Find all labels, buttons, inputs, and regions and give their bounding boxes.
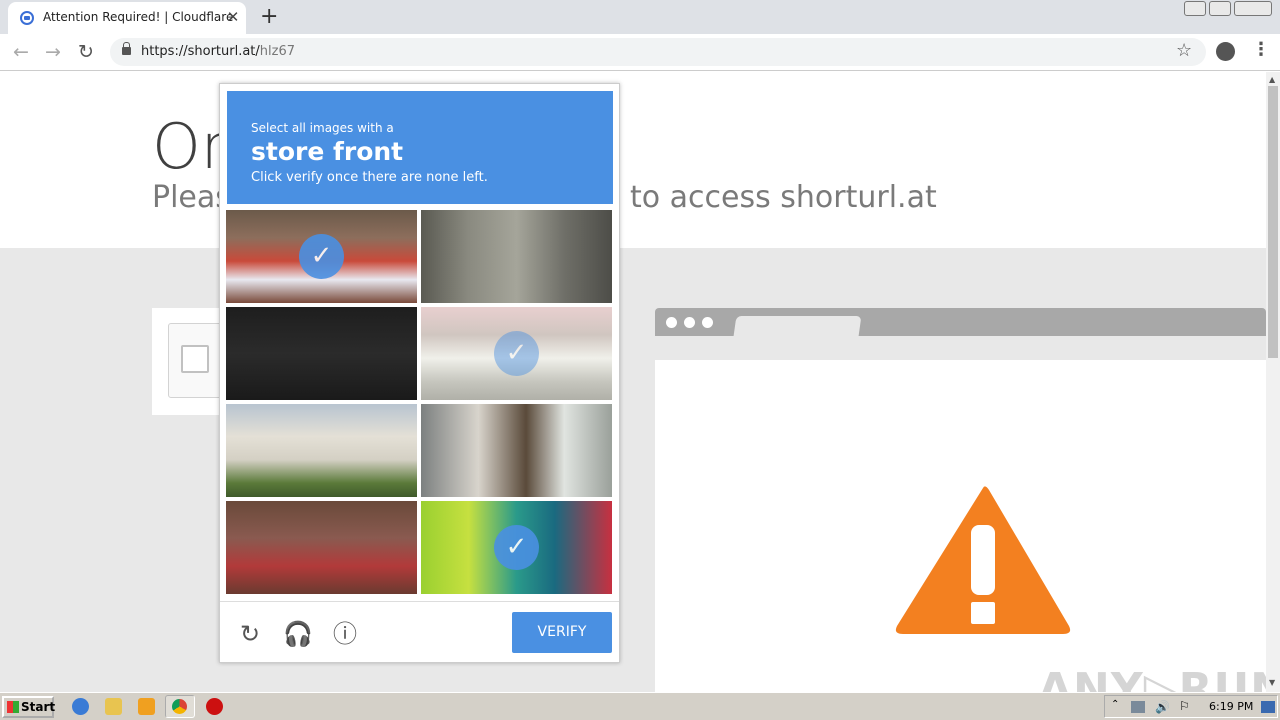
chrome-icon — [172, 699, 187, 714]
volume-icon[interactable]: 🔊 — [1155, 700, 1170, 714]
address-bar[interactable]: https://shorturl.at/hlz67 ☆ — [110, 38, 1206, 66]
tab-strip: Attention Required! | Cloudflare ✕ + — [0, 0, 1280, 34]
tab-cloudflare[interactable]: Attention Required! | Cloudflare ✕ — [8, 2, 246, 34]
start-button[interactable]: Start — [2, 696, 56, 718]
forward-icon[interactable]: → — [42, 41, 64, 63]
windows-logo-icon — [7, 701, 19, 713]
challenge-hint: Click verify once there are none left. — [251, 170, 488, 185]
internet-explorer-icon[interactable] — [72, 698, 89, 715]
illustration-dot — [702, 317, 713, 328]
reload-icon[interactable]: ↻ — [75, 41, 97, 63]
tab-favicon-icon — [20, 11, 34, 25]
audio-challenge-icon[interactable]: 🎧 — [283, 620, 313, 648]
image-tile[interactable]: ✓ — [421, 307, 612, 400]
taskbar-clock[interactable]: 6:19 PM — [1209, 700, 1253, 713]
scroll-up-icon[interactable]: ▲ — [1269, 75, 1275, 84]
illustration-browser-bar — [655, 308, 1266, 336]
page-content: On Pleas to access shorturl.at ANY▷RUN — [0, 72, 1266, 692]
media-player-icon[interactable] — [138, 698, 155, 715]
back-icon[interactable]: ← — [10, 41, 32, 63]
scroll-thumb[interactable] — [1268, 86, 1278, 358]
illustration-body: ANY▷RUN — [655, 360, 1266, 692]
tab-close-icon[interactable]: ✕ — [224, 8, 242, 26]
tile-check-icon: ✓ — [299, 234, 344, 279]
illustration-tab — [733, 316, 862, 336]
chrome-taskbar-button[interactable] — [165, 695, 195, 718]
scroll-down-icon[interactable]: ▼ — [1269, 678, 1275, 687]
windows-taskbar: Start ⌃ 🔊 ⚐ 6:19 PM — [0, 692, 1280, 720]
url-host: https://shorturl.at/ — [141, 44, 260, 59]
url-path: hlz67 — [259, 44, 295, 59]
image-tile[interactable]: ✓ — [226, 210, 417, 303]
system-tray: ⌃ 🔊 ⚐ 6:19 PM — [1104, 695, 1278, 718]
profile-avatar-icon[interactable] — [1216, 42, 1235, 61]
file-explorer-icon[interactable] — [105, 698, 122, 715]
lock-icon[interactable] — [122, 42, 131, 55]
illustration-dot — [666, 317, 677, 328]
page-scrollbar[interactable]: ▲ ▼ — [1266, 72, 1280, 692]
anyrun-watermark: ANY▷RUN — [1038, 664, 1266, 692]
start-label: Start — [21, 700, 56, 714]
image-tile[interactable] — [226, 501, 417, 594]
challenge-target: store front — [251, 137, 404, 166]
tile-check-icon: ✓ — [494, 331, 539, 376]
image-tile[interactable] — [421, 210, 612, 303]
challenge-header: Select all images with a store front Cli… — [227, 91, 613, 204]
warning-icon — [895, 486, 1071, 634]
bookmark-star-icon[interactable]: ☆ — [1176, 40, 1192, 61]
tile-check-icon: ✓ — [494, 525, 539, 570]
image-tile[interactable] — [421, 404, 612, 497]
info-icon[interactable]: ⓘ — [331, 620, 359, 648]
verify-button[interactable]: VERIFY — [512, 612, 612, 653]
illustration-dot — [684, 317, 695, 328]
reload-challenge-icon[interactable]: ↻ — [236, 620, 264, 648]
minimize-button[interactable] — [1184, 1, 1206, 16]
new-tab-button[interactable]: + — [260, 4, 278, 29]
image-tile[interactable] — [226, 307, 417, 400]
tab-title: Attention Required! | Cloudflare — [43, 10, 234, 24]
captcha-challenge: Select all images with a store front Cli… — [219, 83, 620, 663]
captcha-checkbox[interactable] — [181, 345, 209, 373]
challenge-instruction: Select all images with a — [251, 121, 394, 135]
tray-expand-icon[interactable]: ⌃ — [1111, 699, 1119, 710]
image-tile[interactable] — [226, 404, 417, 497]
image-tile[interactable]: ✓ — [421, 501, 612, 594]
network-icon[interactable] — [1131, 701, 1145, 713]
show-desktop-icon[interactable] — [1261, 701, 1275, 713]
url-text[interactable]: https://shorturl.at/hlz67 — [141, 44, 295, 59]
browser-illustration: ANY▷RUN — [655, 308, 1266, 692]
browser-toolbar: ← → ↻ https://shorturl.at/hlz67 ☆ ⋮ — [0, 34, 1280, 71]
close-window-button[interactable] — [1234, 1, 1272, 16]
page-subheading-tail: to access shorturl.at — [630, 180, 937, 215]
browser-menu-icon[interactable]: ⋮ — [1252, 39, 1270, 60]
challenge-divider — [220, 601, 619, 602]
restore-button[interactable] — [1209, 1, 1231, 16]
opera-icon[interactable] — [206, 698, 223, 715]
action-center-flag-icon[interactable]: ⚐ — [1179, 699, 1190, 713]
